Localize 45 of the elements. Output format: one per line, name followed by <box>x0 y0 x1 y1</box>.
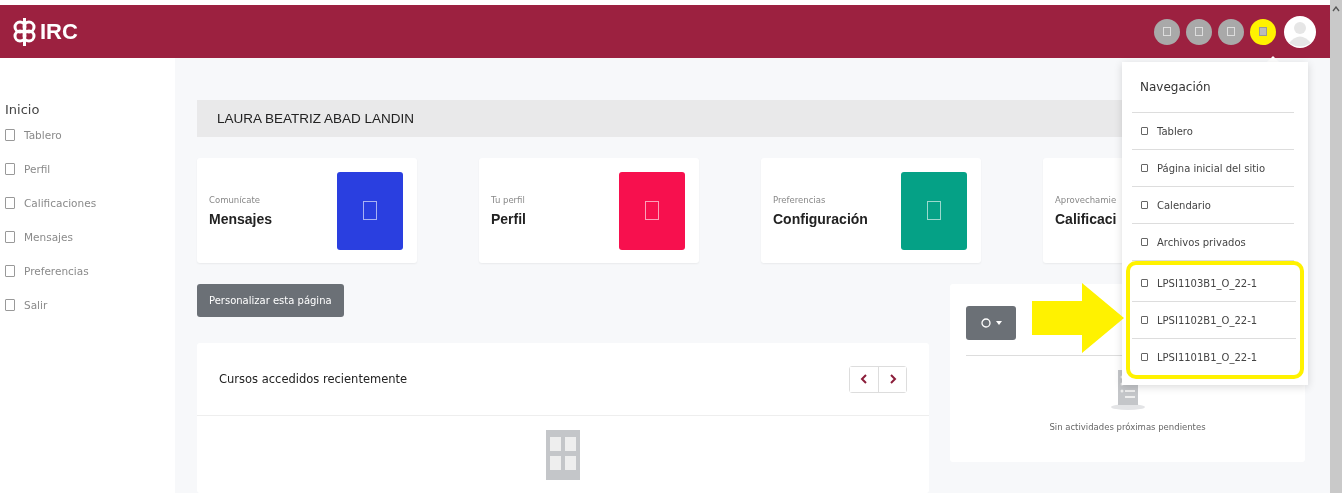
sidebar-item[interactable]: Perfil <box>5 152 51 186</box>
card-title: Perfil <box>491 210 526 227</box>
dropdown-item[interactable]: Tablero <box>1132 113 1294 150</box>
header-icon-button[interactable] <box>1250 18 1276 45</box>
card-caption: Preferencias <box>773 194 827 205</box>
clock-icon <box>980 318 991 328</box>
sidebar-item[interactable]: Tablero <box>5 118 62 152</box>
card-caption: Aprovechamie <box>1055 194 1117 205</box>
sidebar-item[interactable]: Mensajes <box>5 220 73 254</box>
header-icon-button[interactable] <box>1218 18 1244 45</box>
logo-icon <box>12 15 38 48</box>
sidebar-item[interactable]: Calificaciones <box>5 186 97 220</box>
dropdown-item[interactable]: LPSI1103B1_O_22-1 <box>1132 265 1296 302</box>
card-title: Configuración <box>773 210 868 227</box>
dropdown-item[interactable]: Archivos privados <box>1132 224 1294 261</box>
sidebar-item[interactable]: Preferencias <box>5 254 89 288</box>
chevron-right-icon <box>888 374 897 384</box>
sidebar-title[interactable]: Inicio <box>5 102 40 117</box>
customize-button[interactable]: Personalizar esta página <box>197 284 344 317</box>
scroll-up-icon[interactable] <box>1332 6 1340 12</box>
shortcut-card[interactable]: Preferencias Configuración <box>761 158 981 263</box>
dropdown-item[interactable]: LPSI1101B1_O_22-1 <box>1132 339 1296 375</box>
chevron-left-icon <box>860 374 868 384</box>
dropdown-item[interactable]: Calendario <box>1132 187 1294 224</box>
caret-icon <box>995 321 1002 325</box>
header-icon-button[interactable] <box>1186 18 1212 45</box>
dropdown-item[interactable]: Página inicial del sitio <box>1132 150 1294 187</box>
shortcut-card[interactable]: Tu perfil Perfil <box>479 158 699 263</box>
card-title: Calificaci <box>1055 210 1117 227</box>
dropdown-title: Navegación <box>1132 62 1294 113</box>
panel-title: Cursos accedidos recientemente <box>219 372 408 386</box>
card-title: Mensajes <box>209 210 273 227</box>
shortcut-card[interactable]: Comunícate Mensajes <box>197 158 417 263</box>
dropdown-item[interactable]: LPSI1102B1_O_22-1 <box>1132 302 1296 339</box>
card-caption: Tu perfil <box>491 194 526 205</box>
sort-dropdown-button[interactable] <box>966 306 1016 340</box>
header-icon-button[interactable] <box>1154 18 1180 45</box>
avatar-icon[interactable] <box>1284 15 1316 48</box>
courses-empty-icon <box>546 430 580 480</box>
logo-text: IRC <box>40 18 78 45</box>
scrollbar[interactable] <box>1330 0 1342 493</box>
next-button[interactable] <box>878 366 906 392</box>
empty-message: Sin actividades próximas pendientes <box>1049 422 1206 432</box>
sidebar-item[interactable]: Salir <box>5 288 48 322</box>
card-caption: Comunícate <box>209 194 261 205</box>
